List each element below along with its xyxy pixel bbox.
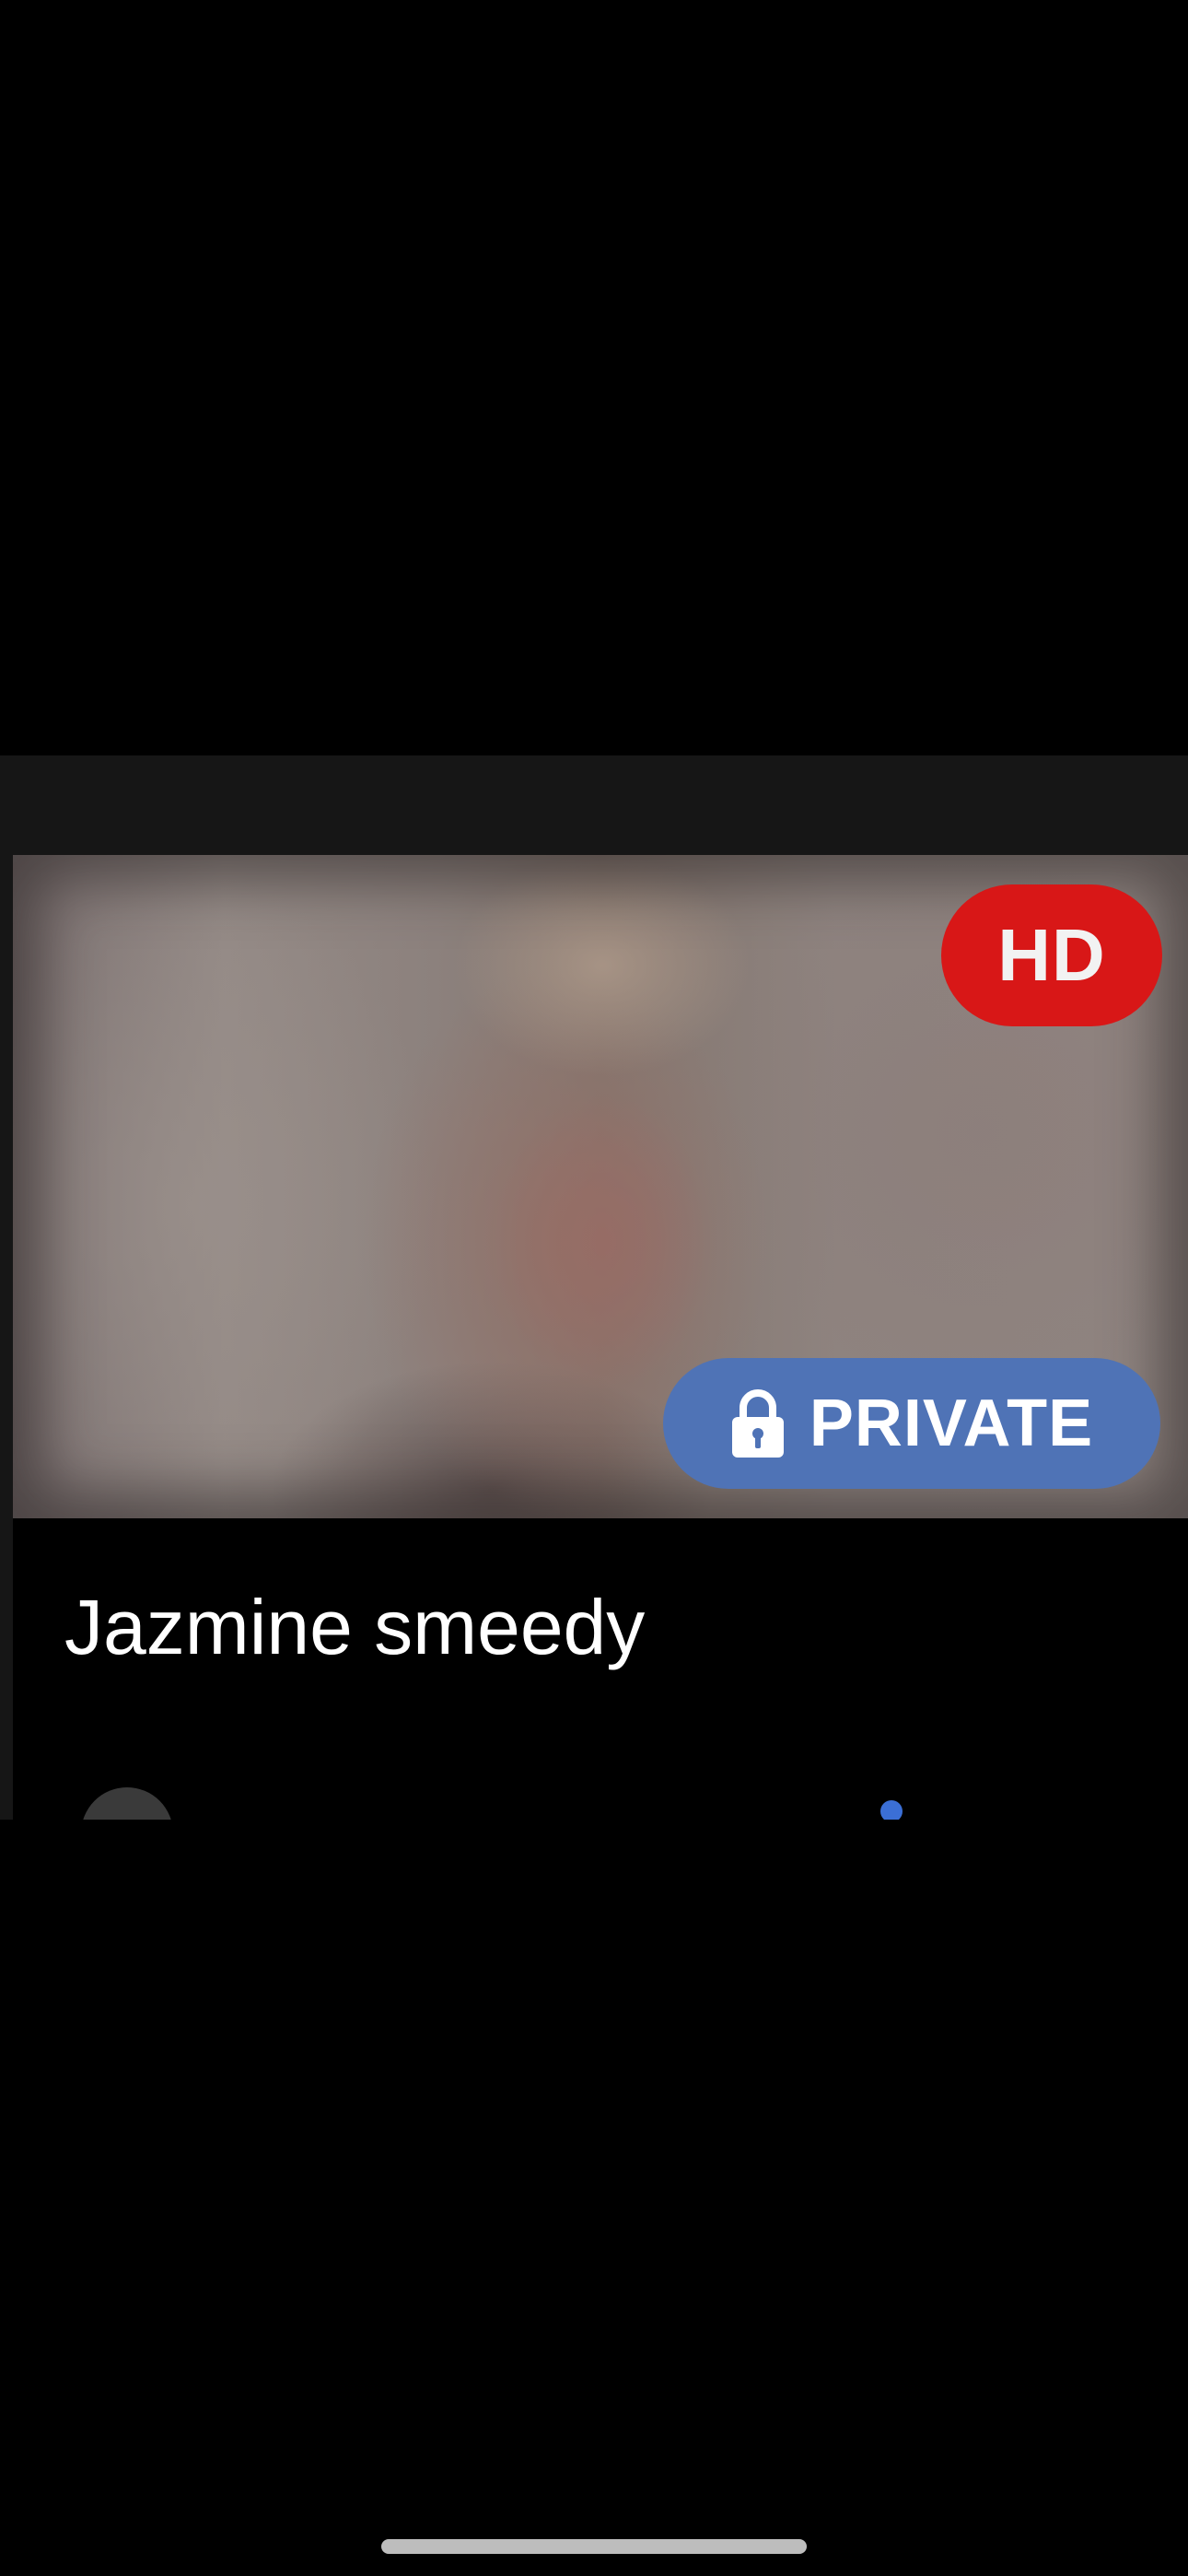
app-screen: HD PRIVATE Jazmine smeedy — [0, 0, 1188, 2576]
video-thumbnail[interactable]: HD PRIVATE — [13, 855, 1188, 1518]
lock-icon — [731, 1389, 784, 1458]
hd-badge: HD — [941, 884, 1162, 1026]
avatar[interactable] — [81, 1787, 173, 1820]
video-list-area: HD PRIVATE Jazmine smeedy — [0, 755, 1188, 1820]
video-card[interactable]: HD PRIVATE Jazmine smeedy — [13, 855, 1188, 1820]
private-badge-label: PRIVATE — [809, 1387, 1094, 1460]
private-badge: PRIVATE — [663, 1358, 1160, 1489]
home-indicator[interactable] — [381, 2539, 807, 2554]
video-title[interactable]: Jazmine smeedy — [64, 1581, 645, 1674]
status-dot — [880, 1800, 903, 1820]
